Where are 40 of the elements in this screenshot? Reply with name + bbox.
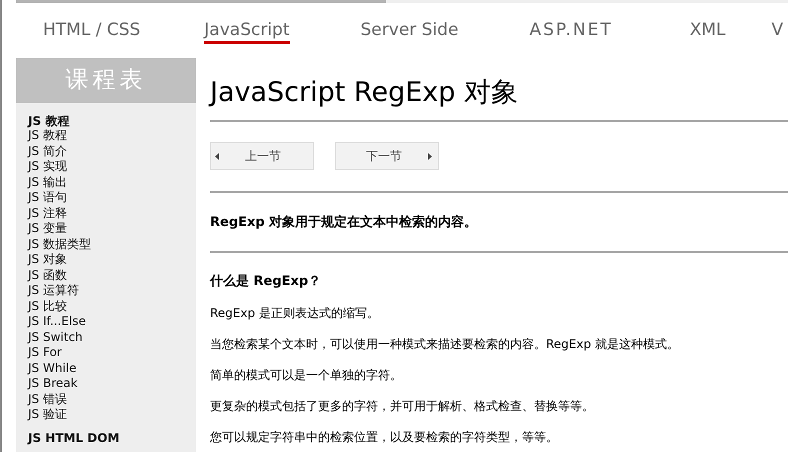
paragraph: 当您检索某个文本时，可以使用一种模式来描述要检索的内容。RegExp 就是这种模式。	[210, 336, 680, 352]
sidebar-link[interactable]: JS 简介	[28, 144, 67, 159]
nav-tab[interactable]: V	[772, 19, 784, 44]
sidebar-link[interactable]: JS 语句	[28, 190, 67, 206]
left-triangle-icon	[215, 152, 219, 160]
paragraph: 您可以规定字符串中的检索位置，以及要检索的字符类型，等等。	[210, 429, 559, 445]
sidebar-link[interactable]: JS 运算符	[28, 283, 79, 298]
sidebar-link[interactable]: JS 验证	[28, 407, 67, 422]
sidebar-title: 课程表	[16, 58, 196, 103]
sidebar-link[interactable]: JS Break	[28, 376, 78, 392]
section-heading: JS 教程	[28, 114, 70, 128]
section-heading: JS HTML DOM	[28, 430, 120, 444]
sidebar-link[interactable]: JS 输出	[28, 174, 67, 190]
page-title: JavaScript RegExp 对象	[210, 76, 519, 110]
sidebar-link[interactable]: JS While	[28, 360, 76, 376]
sidebar-link[interactable]: JS 实现	[28, 159, 67, 174]
sidebar-link[interactable]: JS 教程	[28, 128, 67, 144]
sidebar-link[interactable]: JS 数据类型	[28, 236, 91, 252]
right-triangle-icon	[428, 152, 432, 160]
sidebar-link[interactable]: JS 函数	[28, 268, 67, 283]
nav-tab[interactable]: HTML / CSS	[43, 19, 140, 44]
nav-tab[interactable]: XML	[690, 19, 726, 44]
intro-text: RegExp 对象用于规定在文本中检索的内容。	[210, 215, 478, 231]
sidebar-link[interactable]: JS For	[28, 345, 62, 360]
nav-tab[interactable]: JavaScript	[204, 19, 290, 44]
sidebar-link[interactable]: JS 变量	[28, 221, 67, 236]
sidebar-link[interactable]: JS 注释	[28, 206, 67, 221]
sidebar-link[interactable]: JS If...Else	[28, 314, 86, 330]
sidebar-link[interactable]: JS 对象	[28, 252, 67, 268]
next-button[interactable]: 下一节	[335, 142, 439, 170]
nav-tab[interactable]: Server Side	[360, 19, 458, 44]
paragraph: RegExp 是正则表达式的缩写。	[210, 305, 380, 321]
sidebar-link[interactable]: JS 比较	[28, 298, 67, 314]
paragraph: 简单的模式可以是一个单独的字符。	[210, 367, 403, 383]
sidebar-link[interactable]: JS Switch	[28, 330, 83, 345]
paragraph: 更复杂的模式包括了更多的字符，并可用于解析、格式检查、替换等等。	[210, 398, 595, 414]
nav-tab[interactable]: ASP.NET	[529, 19, 613, 44]
sidebar-link[interactable]: JS 错误	[28, 392, 67, 407]
section-heading: 什么是 RegExp？	[210, 274, 322, 290]
previous-button[interactable]: 上一节	[210, 142, 314, 170]
